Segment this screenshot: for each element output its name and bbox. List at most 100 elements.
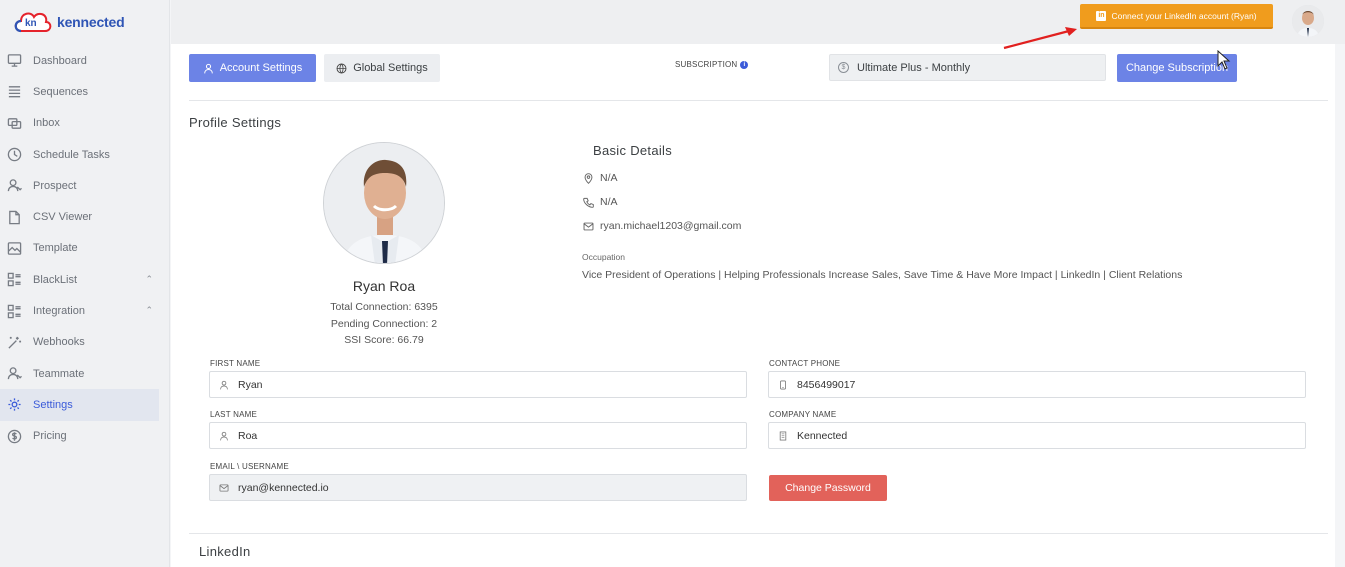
sidebar-item-sequences[interactable]: Sequences (0, 76, 170, 107)
monitor-icon (6, 53, 22, 69)
sidebar-item-label: Inbox (33, 117, 60, 130)
sidebar-item-csv-viewer[interactable]: CSV Viewer (0, 201, 170, 232)
sidebar-item-label: Dashboard (33, 54, 87, 67)
contact-phone-value: 8456499017 (797, 378, 856, 391)
building-icon (779, 431, 787, 440)
blocks-icon (6, 272, 22, 288)
sidebar-item-label: Template (33, 242, 78, 255)
mail-icon (583, 222, 594, 230)
company-name-field[interactable]: Kennected (768, 422, 1306, 449)
topbar: in Connect your LinkedIn account (Ryan) (171, 0, 1345, 44)
cloud-logo-icon: kn (12, 7, 54, 37)
user-icon (220, 380, 228, 389)
company-name-value: Kennected (797, 429, 848, 442)
pending-connection: Pending Connection: 2 (330, 318, 438, 330)
file-icon (6, 209, 22, 225)
connect-linkedin-button[interactable]: in Connect your LinkedIn account (Ryan) (1080, 4, 1273, 29)
location-row: N/A (583, 172, 618, 184)
sidebar-item-label: Schedule Tasks (33, 148, 110, 161)
sidebar-item-blacklist[interactable]: BlackList ⌃ (0, 264, 170, 295)
phone-icon (583, 197, 594, 208)
magic-icon (6, 334, 22, 350)
template-icon (6, 240, 22, 256)
occupation-label: Occupation (582, 252, 625, 262)
sidebar: kn kennected Dashboard Sequences Inbox S… (0, 0, 170, 567)
logo[interactable]: kn kennected (12, 7, 125, 37)
account-settings-tab[interactable]: Account Settings (189, 54, 316, 82)
subscription-label: SUBSCRIPTION i (675, 60, 749, 69)
inbox-icon (6, 115, 22, 131)
last-name-label: LAST NAME (210, 410, 257, 419)
connect-linkedin-label: Connect your LinkedIn account (Ryan) (1111, 10, 1257, 21)
linkedin-section-title: LinkedIn (199, 544, 251, 559)
sidebar-item-dashboard[interactable]: Dashboard (0, 45, 170, 76)
contact-phone-label: CONTACT PHONE (769, 359, 841, 368)
divider (189, 533, 1328, 534)
profile-name: Ryan Roa (352, 278, 416, 294)
red-arrow-annotation (1003, 27, 1077, 50)
email-row: ryan.michael1203@gmail.com (583, 220, 741, 232)
change-password-label: Change Password (785, 482, 871, 494)
clock-icon (6, 147, 22, 163)
dollar-icon: $ (838, 62, 849, 73)
sidebar-item-label: Integration (33, 305, 85, 318)
info-icon[interactable]: i (740, 60, 749, 69)
subscription-plan-value: Ultimate Plus - Monthly (857, 61, 971, 74)
total-connection: Total Connection: 6395 (330, 301, 438, 313)
divider (189, 100, 1328, 101)
users-icon (6, 178, 22, 194)
account-settings-label: Account Settings (219, 62, 303, 74)
sidebar-item-schedule-tasks[interactable]: Schedule Tasks (0, 139, 170, 170)
location-value: N/A (600, 172, 618, 184)
company-name-label: COMPANY NAME (769, 410, 837, 419)
profile-settings-title: Profile Settings (189, 115, 282, 130)
mobile-phone-icon (780, 380, 786, 389)
first-name-field[interactable]: Ryan (209, 371, 747, 398)
change-password-button[interactable]: Change Password (769, 475, 887, 501)
sidebar-item-label: Prospect (33, 179, 77, 192)
scrollbar[interactable] (1335, 44, 1345, 567)
last-name-value: Roa (238, 429, 258, 442)
logo-mark: kn (25, 18, 37, 29)
profile-photo (323, 142, 445, 264)
chevron-up-icon[interactable]: ⌃ (145, 305, 153, 316)
sidebar-item-integration[interactable]: Integration ⌃ (0, 295, 170, 326)
linkedin-icon: in (1096, 10, 1107, 21)
subscription-plan-field: $ Ultimate Plus - Monthly (829, 54, 1106, 81)
first-name-label: FIRST NAME (210, 359, 261, 368)
email-username-field[interactable]: ryan@kennected.io (209, 474, 747, 501)
sidebar-item-label: Pricing (33, 430, 67, 443)
sidebar-item-template[interactable]: Template (0, 233, 170, 264)
sidebar-item-settings[interactable]: Settings (0, 389, 159, 421)
dollar-icon (6, 428, 22, 444)
brand-name: kennected (57, 14, 125, 30)
ssi-score: SSI Score: 66.79 (344, 334, 424, 346)
sidebar-item-label: CSV Viewer (33, 211, 93, 224)
main-content: Account Settings Global Settings SUBSCRI… (171, 44, 1335, 567)
sidebar-item-webhooks[interactable]: Webhooks (0, 327, 170, 358)
global-settings-tab[interactable]: Global Settings (324, 54, 440, 82)
sidebar-item-teammate[interactable]: Teammate (0, 358, 170, 389)
mouse-cursor-icon (1217, 50, 1231, 70)
sidebar-item-pricing[interactable]: Pricing (0, 421, 170, 452)
avatar[interactable] (1292, 5, 1324, 37)
sidebar-item-label: BlackList (33, 273, 78, 286)
last-name-field[interactable]: Roa (209, 422, 747, 449)
sidebar-item-prospect[interactable]: Prospect (0, 170, 170, 201)
mail-icon (219, 483, 229, 492)
chevron-up-icon[interactable]: ⌃ (145, 274, 153, 285)
first-name-value: Ryan (238, 378, 263, 391)
email-value: ryan.michael1203@gmail.com (600, 220, 742, 232)
sidebar-item-label: Sequences (33, 85, 89, 98)
sidebar-nav: Dashboard Sequences Inbox Schedule Tasks… (0, 45, 170, 452)
change-subscription-label: Change Subscription (1125, 62, 1229, 74)
globe-icon (336, 63, 347, 73)
occupation-value: Vice President of Operations | Helping P… (582, 269, 1183, 281)
contact-phone-field[interactable]: 8456499017 (768, 371, 1306, 398)
subscription-label-text: SUBSCRIPTION (675, 60, 738, 69)
sidebar-item-inbox[interactable]: Inbox (0, 108, 170, 139)
gear-icon (6, 397, 22, 413)
basic-details-title: Basic Details (593, 143, 673, 158)
user-icon (203, 63, 213, 73)
sidebar-item-label: Teammate (33, 367, 85, 380)
